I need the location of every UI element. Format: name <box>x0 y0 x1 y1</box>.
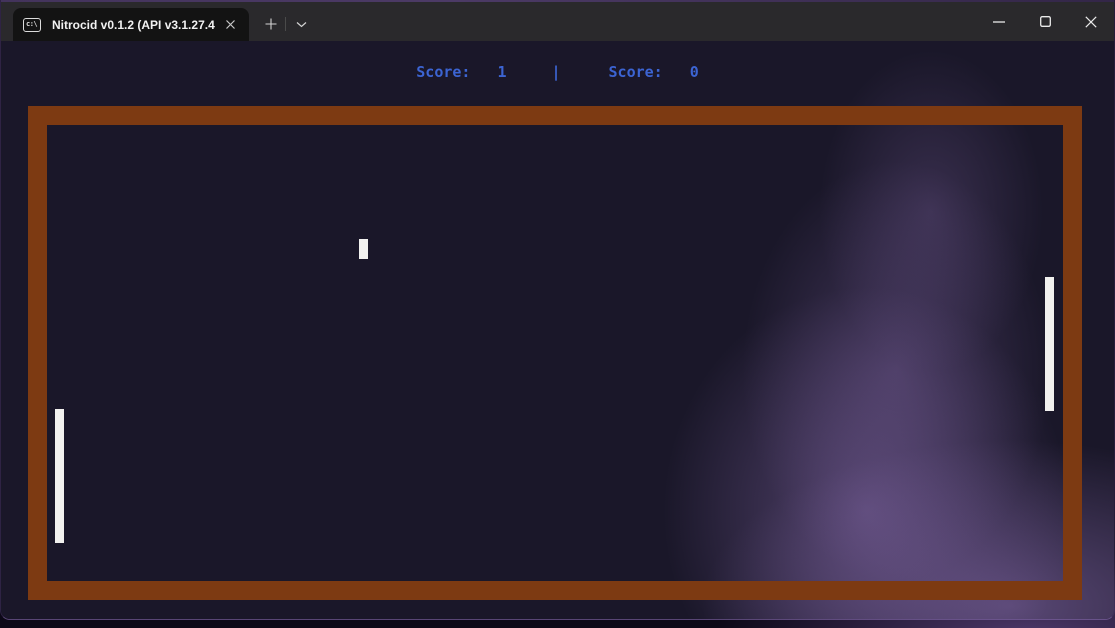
terminal-window: c:\ Nitrocid v0.1.2 (API v3.1.27.48) <box>0 0 1115 620</box>
terminal-content[interactable]: Score: 1 | Score: 0 <box>1 41 1114 620</box>
score-left-value: 1 <box>497 63 506 81</box>
title-bar: c:\ Nitrocid v0.1.2 (API v3.1.27.48) <box>1 0 1114 41</box>
command-prompt-icon: c:\ <box>23 18 41 32</box>
game-field-border <box>28 106 1082 600</box>
maximize-button[interactable] <box>1022 2 1068 41</box>
minimize-button[interactable] <box>976 2 1022 41</box>
score-line: Score: 1 | Score: 0 <box>1 63 1114 81</box>
terminal-tab[interactable]: c:\ Nitrocid v0.1.2 (API v3.1.27.48) <box>13 8 249 41</box>
score-separator: | <box>551 63 560 81</box>
score-right-label: Score: <box>609 63 663 81</box>
chevron-down-icon <box>296 21 307 28</box>
window-controls <box>976 2 1114 41</box>
close-icon <box>226 20 235 29</box>
ball <box>359 239 368 259</box>
window-top-accent <box>1 0 1114 2</box>
right-paddle <box>1045 277 1054 411</box>
minimize-icon <box>993 21 1005 23</box>
maximize-icon <box>1040 16 1051 27</box>
left-paddle <box>55 409 64 543</box>
score-right-value: 0 <box>690 63 699 81</box>
toolbar-divider <box>285 17 286 31</box>
score-left-label: Score: <box>416 63 470 81</box>
tab-dropdown-button[interactable] <box>287 12 315 36</box>
tab-title: Nitrocid v0.1.2 (API v3.1.27.48) <box>52 18 215 32</box>
close-icon <box>1085 16 1097 28</box>
new-tab-button[interactable] <box>257 12 285 36</box>
close-window-button[interactable] <box>1068 2 1114 41</box>
tab-close-button[interactable] <box>221 16 239 34</box>
plus-icon <box>265 18 277 30</box>
